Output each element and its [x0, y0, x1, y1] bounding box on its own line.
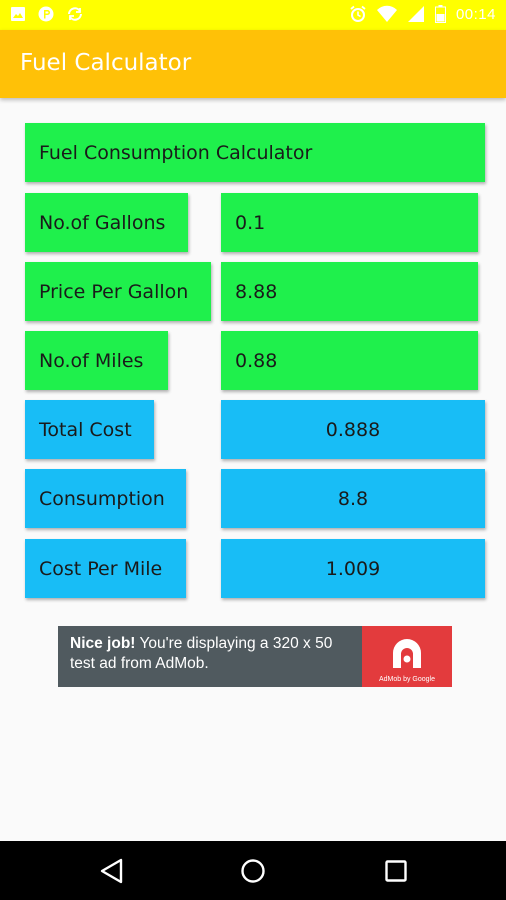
- price-input[interactable]: 8.88: [221, 262, 478, 321]
- calculator-header-label: Fuel Consumption Calculator: [39, 141, 313, 164]
- gallons-value: 0.1: [235, 211, 266, 234]
- total-cost-label-text: Total Cost: [39, 418, 132, 441]
- total-cost-value: 0.888: [325, 418, 381, 441]
- miles-input[interactable]: 0.88: [221, 331, 478, 390]
- consumption-label: Consumption: [25, 469, 186, 528]
- battery-icon: [434, 5, 446, 23]
- cost-per-mile-label: Cost Per Mile: [25, 539, 186, 598]
- consumption-value: 8.8: [337, 487, 369, 510]
- app-title: Fuel Calculator: [20, 50, 192, 76]
- consumption-result: 8.8: [221, 469, 485, 528]
- cost-per-mile-value: 1.009: [325, 557, 381, 580]
- alarm-icon: [350, 5, 366, 22]
- status-bar: 00:14: [0, 0, 506, 30]
- price-label: Price Per Gallon: [25, 262, 211, 321]
- image-icon: [11, 7, 25, 21]
- total-cost-label: Total Cost: [25, 400, 154, 459]
- consumption-label-text: Consumption: [39, 487, 165, 510]
- sync-icon: [68, 7, 82, 21]
- price-label-text: Price Per Gallon: [39, 280, 189, 303]
- navigation-bar: [0, 841, 506, 900]
- p-icon: [38, 6, 54, 22]
- ad-banner[interactable]: Nice job! You're displaying a 320 x 50 t…: [58, 626, 452, 687]
- miles-label: No.of Miles: [25, 331, 168, 390]
- admob-caption: AdMob by Google: [378, 676, 436, 683]
- gallons-label: No.of Gallons: [25, 193, 188, 252]
- ad-bold-text: Nice job!: [70, 635, 136, 652]
- admob-logo: AdMob by Google: [362, 626, 452, 687]
- signal-icon: [407, 6, 424, 22]
- gallons-input[interactable]: 0.1: [221, 193, 478, 252]
- clock: 00:14: [455, 5, 496, 23]
- miles-value: 0.88: [235, 349, 278, 372]
- back-icon[interactable]: [99, 858, 125, 884]
- gallons-label-text: No.of Gallons: [39, 211, 166, 234]
- recents-icon[interactable]: [384, 859, 408, 883]
- total-cost-result: 0.888: [221, 400, 485, 459]
- cost-per-mile-result: 1.009: [221, 539, 485, 598]
- wifi-icon: [376, 5, 397, 22]
- home-icon[interactable]: [240, 858, 266, 884]
- ad-text: Nice job! You're displaying a 320 x 50 t…: [70, 634, 360, 674]
- cost-per-mile-label-text: Cost Per Mile: [39, 557, 163, 580]
- miles-label-text: No.of Miles: [39, 349, 144, 372]
- calculator-header: Fuel Consumption Calculator: [25, 123, 485, 182]
- app-bar: Fuel Calculator: [0, 30, 506, 98]
- price-value: 8.88: [235, 280, 278, 303]
